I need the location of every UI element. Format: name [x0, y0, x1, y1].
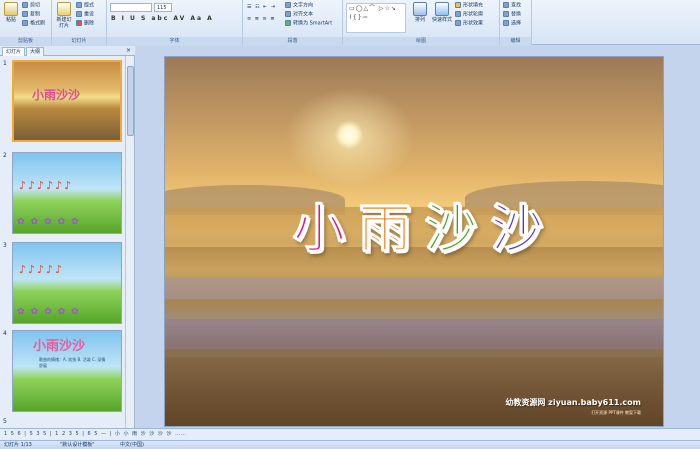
- slide-counter: 幻灯片 1/13: [4, 442, 32, 448]
- flowers: ✿✿✿✿✿: [17, 217, 85, 227]
- field-band: [165, 277, 663, 299]
- font-size-select[interactable]: 115: [154, 3, 172, 12]
- slide-thumbnail-3[interactable]: ♪♪♪♪♪ ✿✿✿✿✿: [12, 242, 122, 324]
- close-panel-icon[interactable]: ×: [126, 47, 131, 54]
- theme-name: "默认设计模板": [60, 442, 95, 448]
- field-band: [165, 357, 663, 426]
- copy-icon: [22, 11, 28, 17]
- shape-fill-button[interactable]: 形状填充: [455, 2, 483, 9]
- font-family-select[interactable]: [110, 3, 152, 12]
- flowers: ✿✿✿✿✿: [17, 307, 85, 317]
- notes-pane[interactable]: 1 5 6 | 5 3 5 | 1 2 3 5 | 6 5 — | 小 小 雨 …: [0, 428, 700, 440]
- slide-panel-tabs: 幻灯片 大纲 ×: [0, 46, 135, 56]
- group-label-font: 字体: [107, 37, 242, 45]
- delete-icon: [76, 20, 82, 26]
- thumb-number: 4: [3, 330, 7, 337]
- align-text-icon: [285, 11, 291, 17]
- fill-bucket-icon: [455, 2, 461, 8]
- thumb-number: 2: [3, 152, 7, 159]
- paragraph-group: 文字方向 对齐文本 转换为 SmartArt ☰ ☷ ⇤ ⇥ ≡ ≣ ≡ ≣ 段…: [243, 0, 343, 45]
- title-char: 小: [292, 199, 359, 261]
- quick-styles-icon: [435, 2, 449, 16]
- quick-styles-button[interactable]: 快速样式: [431, 2, 453, 23]
- brush-icon: [22, 20, 28, 26]
- raindrop-notes: ♪♪♪♪♪: [19, 263, 65, 276]
- new-slide-button[interactable]: 新建幻灯片: [55, 2, 73, 29]
- copy-button[interactable]: 复制: [22, 11, 40, 18]
- ribbon: 粘贴 剪切 复制 格式刷 剪贴板 新建幻灯片 版式 重设 删除 幻灯片 字体 1…: [0, 0, 700, 45]
- font-format-buttons[interactable]: B I U S abc AV Aa A: [111, 15, 214, 22]
- slides-group: 新建幻灯片 版式 重设 删除 幻灯片: [52, 0, 107, 45]
- binoculars-icon: [503, 2, 509, 8]
- scrollbar-thumb[interactable]: [127, 66, 134, 136]
- tab-outline[interactable]: 大纲: [26, 47, 45, 56]
- reset-icon: [76, 11, 82, 17]
- group-label-paragraph: 段落: [243, 37, 342, 45]
- editing-group: 查找 替换 选择 编辑: [500, 0, 532, 45]
- replace-button[interactable]: 替换: [503, 11, 521, 18]
- format-painter-button[interactable]: 格式刷: [22, 20, 45, 27]
- thumb-number: 3: [3, 242, 7, 249]
- thumb-number: 5: [3, 418, 7, 425]
- thumb-text: 歌曲的情绪：A. 欢快 B. 活泼 C. 深情舒展: [39, 357, 106, 368]
- title-char: 雨: [358, 199, 425, 261]
- language-indicator: 中文(中国): [120, 442, 144, 448]
- shape-outline-button[interactable]: 形状轮廓: [455, 11, 483, 18]
- watermark: 幼教资源网 ziyuan.baby611.com: [505, 398, 641, 407]
- sun-illustration: [335, 121, 363, 149]
- tab-slides[interactable]: 幻灯片: [2, 47, 26, 56]
- title-char: 沙: [424, 199, 492, 261]
- shapes-gallery[interactable]: ▭◯△⌒ ▷☆↘ ⌇{}⇨: [346, 3, 406, 33]
- smartart-icon: [285, 20, 291, 26]
- paste-button[interactable]: 粘贴: [2, 2, 20, 23]
- slide-editing-area: 小雨沙沙 幼教资源网 ziyuan.baby611.com 打开资源 PPT课件…: [136, 46, 700, 428]
- list-buttons[interactable]: ☰ ☷ ⇤ ⇥: [247, 4, 276, 11]
- group-label-drawing: 绘图: [343, 37, 499, 45]
- slide-thumbnail-4[interactable]: 小雨沙沙 歌曲的情绪：A. 欢快 B. 活泼 C. 深情舒展: [12, 330, 122, 412]
- paste-icon: [4, 2, 18, 16]
- pen-icon: [455, 11, 461, 17]
- cut-button[interactable]: 剪切: [22, 2, 40, 9]
- group-label-editing: 编辑: [500, 37, 531, 45]
- status-bar: 幻灯片 1/13 "默认设计模板" 中文(中国): [0, 440, 700, 449]
- clipboard-group: 粘贴 剪切 复制 格式刷 剪贴板: [0, 0, 52, 45]
- watermark-subtext: 打开资源 PPT课件 教案下载: [591, 410, 641, 415]
- group-label-clipboard: 剪贴板: [0, 37, 51, 45]
- select-button[interactable]: 选择: [503, 20, 521, 27]
- arrange-icon: [413, 2, 427, 16]
- thumb-title: 小雨沙沙: [33, 339, 86, 354]
- new-slide-icon: [57, 2, 71, 16]
- raindrop-notes: ♪♪♪♪♪♪: [19, 179, 74, 192]
- scissors-icon: [22, 2, 28, 8]
- title-char: 沙: [491, 199, 558, 261]
- field-band: [165, 319, 663, 349]
- slide-thumbnail-2[interactable]: ♪♪♪♪♪♪ ✿✿✿✿✿: [12, 152, 122, 234]
- layout-button[interactable]: 版式: [76, 2, 94, 9]
- text-direction-button[interactable]: 文字方向: [285, 2, 313, 9]
- shape-effects-button[interactable]: 形状效果: [455, 20, 483, 27]
- slide-title[interactable]: 小雨沙沙: [265, 187, 585, 262]
- smartart-button[interactable]: 转换为 SmartArt: [285, 20, 332, 27]
- reset-button[interactable]: 重设: [76, 11, 94, 18]
- group-label-slides: 幻灯片: [52, 37, 106, 45]
- text-direction-icon: [285, 2, 291, 8]
- cursor-icon: [503, 20, 509, 26]
- align-buttons[interactable]: ≡ ≣ ≡ ≣: [247, 16, 276, 23]
- thumb-title: 小雨沙沙: [32, 88, 81, 102]
- layout-icon: [76, 2, 82, 8]
- find-button[interactable]: 查找: [503, 2, 521, 9]
- delete-button[interactable]: 删除: [76, 20, 94, 27]
- effects-icon: [455, 20, 461, 26]
- replace-icon: [503, 11, 509, 17]
- arrange-button[interactable]: 排列: [411, 2, 429, 23]
- slide-thumbnail-panel: 1 小雨沙沙 2 ♪♪♪♪♪♪ ✿✿✿✿✿ 3 ♪♪♪♪♪ ✿✿✿✿✿ 4 小雨…: [0, 56, 135, 428]
- thumb-number: 1: [3, 60, 7, 67]
- slide-thumbnail-1[interactable]: 小雨沙沙: [12, 60, 122, 142]
- thumbnail-scrollbar[interactable]: [125, 56, 134, 428]
- current-slide[interactable]: 小雨沙沙 幼教资源网 ziyuan.baby611.com 打开资源 PPT课件…: [164, 56, 664, 427]
- align-text-button[interactable]: 对齐文本: [285, 11, 313, 18]
